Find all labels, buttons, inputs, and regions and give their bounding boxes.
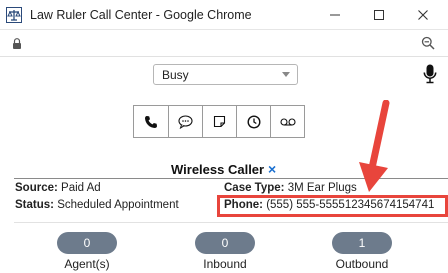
maximize-icon (374, 10, 384, 20)
chat-button[interactable] (168, 105, 203, 138)
window-titlebar: Law Ruler Call Center - Google Chrome (0, 0, 448, 30)
close-window-button[interactable] (414, 6, 432, 24)
window-title: Law Ruler Call Center - Google Chrome (30, 8, 252, 22)
lock-icon (13, 38, 21, 49)
call-button[interactable] (133, 105, 169, 138)
section-separator (14, 222, 448, 223)
microphone-icon[interactable] (423, 64, 437, 84)
address-bar (0, 30, 448, 57)
status-dropdown[interactable]: Busy (153, 64, 298, 85)
chat-icon (178, 114, 193, 129)
action-toolbar (133, 105, 310, 138)
phone-highlight-box (217, 195, 448, 217)
status-label: Status: (15, 199, 54, 211)
close-icon (418, 10, 428, 20)
source-field: Source: Paid Ad (15, 182, 101, 194)
minimize-button[interactable] (326, 6, 344, 24)
law-ruler-scales-icon (6, 7, 22, 23)
inbound-label: Inbound (203, 257, 247, 271)
phone-icon (145, 115, 157, 128)
outbound-label: Outbound (335, 257, 389, 271)
caller-name: Wireless Caller (171, 162, 265, 177)
maximize-button[interactable] (370, 6, 388, 24)
source-value: Paid Ad (61, 182, 101, 194)
inbound-counter: 0 (195, 232, 255, 254)
case-type-label: Case Type: (224, 182, 285, 194)
agents-label: Agent(s) (64, 257, 110, 271)
case-type-value: 3M Ear Plugs (287, 182, 357, 194)
source-label: Source: (15, 182, 58, 194)
chevron-down-icon (282, 72, 290, 77)
zoom-out-icon[interactable] (421, 36, 435, 50)
status-value: Scheduled Appointment (57, 199, 179, 211)
voicemail-button[interactable] (270, 105, 305, 138)
clock-icon (246, 114, 261, 129)
status-field: Status: Scheduled Appointment (15, 199, 179, 211)
status-selected-value: Busy (162, 68, 189, 82)
outbound-counter: 1 (332, 232, 392, 254)
annotation-arrow (359, 100, 390, 192)
note-icon (213, 115, 226, 128)
close-caller-icon[interactable]: × (268, 161, 276, 177)
note-button[interactable] (202, 105, 237, 138)
minimize-icon (330, 14, 340, 16)
schedule-button[interactable] (236, 105, 271, 138)
case-type-field: Case Type: 3M Ear Plugs (224, 182, 357, 194)
voicemail-icon (279, 117, 296, 126)
agents-counter: 0 (57, 232, 117, 254)
